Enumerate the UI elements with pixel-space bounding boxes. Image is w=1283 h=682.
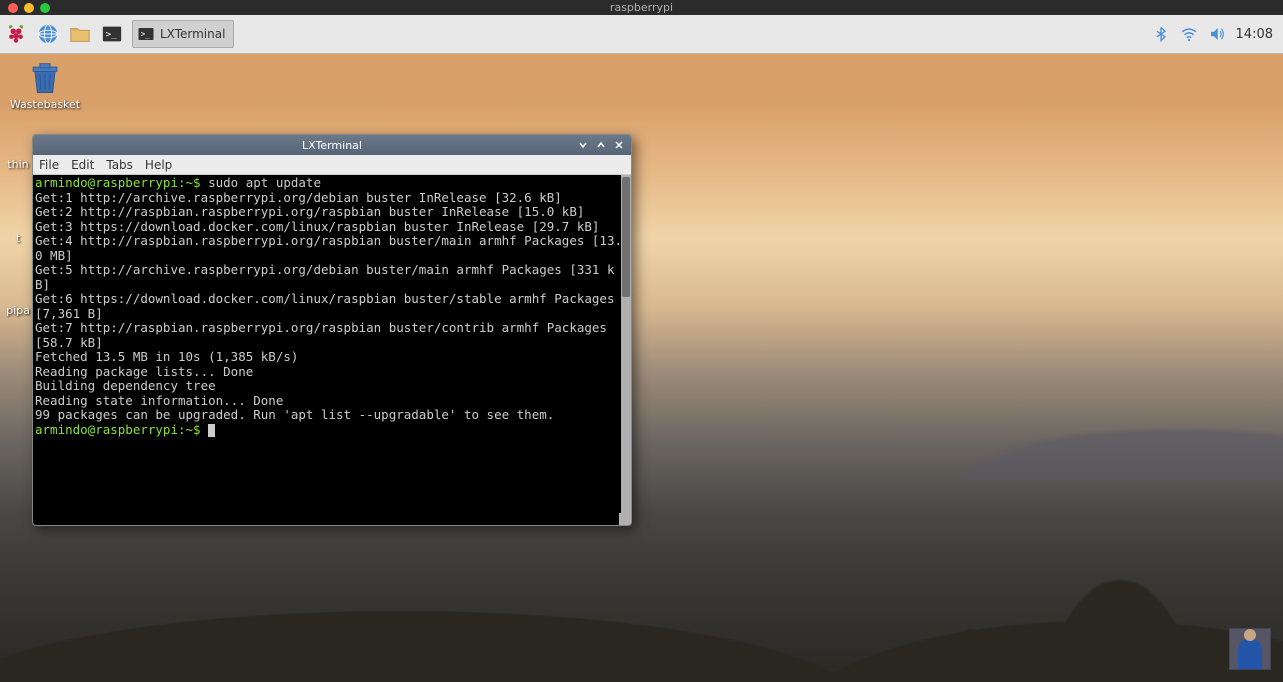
terminal-cursor [208, 424, 215, 437]
folder-icon [69, 23, 91, 45]
window-maximize-button[interactable] [595, 139, 607, 151]
wastebasket-label: Wastebasket [10, 98, 80, 111]
bluetooth-icon [1153, 26, 1169, 42]
terminal-launcher[interactable]: >_ [98, 20, 126, 48]
chevron-up-icon [596, 140, 606, 150]
svg-text:>_: >_ [141, 29, 151, 38]
terminal-output-line: Building dependency tree [35, 379, 629, 394]
wifi-icon [1180, 25, 1198, 43]
wifi-tray-icon[interactable] [1180, 25, 1198, 43]
terminal-output-line: Get:6 https://download.docker.com/linux/… [35, 292, 629, 321]
wastebasket-icon[interactable]: Wastebasket [10, 62, 80, 111]
globe-icon [37, 23, 59, 45]
host-titlebar: raspberrypi [0, 0, 1283, 15]
webcam-thumbnail[interactable] [1229, 628, 1271, 670]
partial-desktop-icon-2[interactable]: t [0, 232, 36, 245]
menu-file[interactable]: File [39, 158, 59, 172]
host-minimize-button[interactable] [24, 3, 34, 13]
terminal-output-line: Get:4 http://raspbian.raspberrypi.org/ra… [35, 234, 629, 263]
terminal-menubar: File Edit Tabs Help [33, 155, 631, 175]
close-icon [614, 140, 624, 150]
file-manager-launcher[interactable] [66, 20, 94, 48]
terminal-output-line: Get:7 http://raspbian.raspberrypi.org/ra… [35, 321, 629, 350]
terminal-output-line: Get:3 https://download.docker.com/linux/… [35, 220, 629, 235]
taskbar-app-label: LXTerminal [160, 27, 225, 41]
taskbar-clock[interactable]: 14:08 [1236, 27, 1273, 42]
webcam-person [1238, 639, 1262, 669]
bluetooth-tray-icon[interactable] [1152, 25, 1170, 43]
scrollbar-thumb[interactable] [622, 177, 630, 297]
terminal-window-title: LXTerminal [302, 139, 362, 152]
terminal-titlebar[interactable]: LXTerminal [33, 135, 631, 155]
volume-tray-icon[interactable] [1208, 25, 1226, 43]
terminal-command: sudo apt update [208, 175, 321, 190]
terminal-prompt: armindo@raspberrypi:~$ [35, 422, 208, 437]
window-close-button[interactable] [613, 139, 625, 151]
terminal-icon: >_ [136, 24, 156, 44]
window-shade-button[interactable] [577, 139, 589, 151]
menu-edit[interactable]: Edit [71, 158, 94, 172]
menu-tabs[interactable]: Tabs [106, 158, 133, 172]
terminal-output-line: Reading state information... Done [35, 394, 629, 409]
web-browser-launcher[interactable] [34, 20, 62, 48]
host-maximize-button[interactable] [40, 3, 50, 13]
taskbar: >_ >_ LXTerminal 14:08 [0, 15, 1283, 54]
terminal-output-line: Get:2 http://raspbian.raspberrypi.org/ra… [35, 205, 629, 220]
trash-icon [24, 62, 66, 96]
terminal-prompt: armindo@raspberrypi:~$ [35, 175, 208, 190]
chevron-down-icon [578, 140, 588, 150]
taskbar-running-app[interactable]: >_ LXTerminal [132, 20, 234, 48]
terminal-body[interactable]: armindo@raspberrypi:~$ sudo apt updateGe… [33, 175, 631, 525]
terminal-output-line: Get:1 http://archive.raspberrypi.org/deb… [35, 191, 629, 206]
partial-desktop-icon-1[interactable]: thin [0, 158, 36, 171]
menu-help[interactable]: Help [145, 158, 172, 172]
terminal-icon: >_ [101, 23, 123, 45]
host-close-button[interactable] [8, 3, 18, 13]
terminal-output-line: Get:5 http://archive.raspberrypi.org/deb… [35, 263, 629, 292]
terminal-output-line: Reading package lists... Done [35, 365, 629, 380]
svg-text:>_: >_ [106, 29, 118, 40]
volume-icon [1208, 25, 1226, 43]
terminal-output-line: 99 packages can be upgraded. Run 'apt li… [35, 408, 629, 423]
terminal-output-line: Fetched 13.5 MB in 10s (1,385 kB/s) [35, 350, 629, 365]
raspberry-pi-icon [5, 23, 27, 45]
start-menu-button[interactable] [2, 20, 30, 48]
partial-desktop-icon-3[interactable]: pipa [0, 304, 36, 317]
terminal-window[interactable]: LXTerminal File Edit Tabs Help armindo@r… [32, 134, 632, 526]
window-resize-handle[interactable] [619, 513, 631, 525]
host-window-title: raspberrypi [610, 1, 673, 14]
terminal-scrollbar[interactable] [621, 175, 631, 525]
